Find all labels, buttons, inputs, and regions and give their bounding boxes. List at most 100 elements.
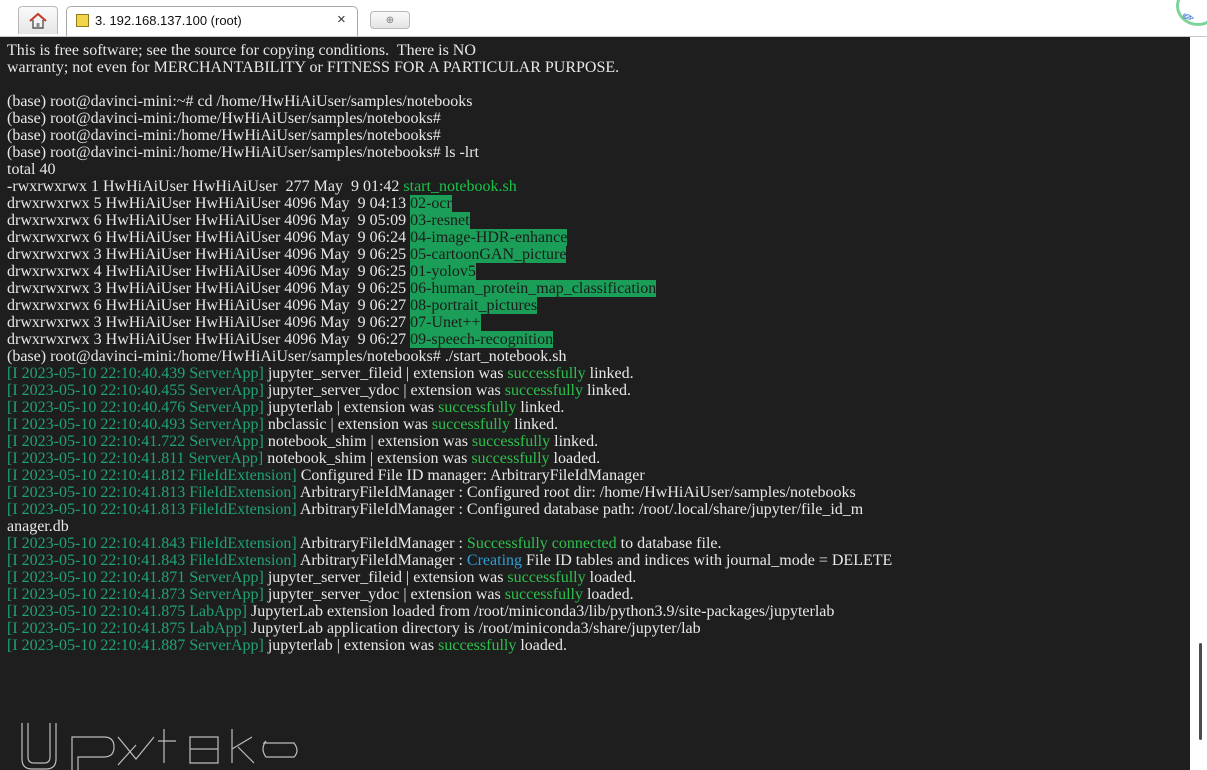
terminal-text-segment: jupyter_server_fileid | extension was [263,365,508,382]
terminal-text-segment: total 40 [7,161,56,178]
vertical-scrollbar[interactable] [1190,37,1207,770]
log-prefix: [I 2023-05-10 22:10:41.875 LabApp] [7,620,247,637]
terminal-text-segment: drwxrwxrwx 6 HwHiAiUser HwHiAiUser 4096 … [7,212,411,229]
log-prefix: [I 2023-05-10 22:10:40.493 ServerApp] [7,416,264,433]
terminal-line: anager.db [7,518,892,535]
terminal-line: [I 2023-05-10 22:10:41.813 FileIdExtensi… [7,501,892,518]
log-prefix: [I 2023-05-10 22:10:41.722 ServerApp] [7,433,264,450]
directory-name: 05-cartoonGAN_picture [410,246,567,263]
directory-name: 08-portrait_pictures [410,297,538,314]
executable-name: start_notebook.sh [403,178,517,195]
terminal-text-segment: notebook_shim | extension was [263,433,472,450]
terminal-line: drwxrwxrwx 4 HwHiAiUser HwHiAiUser 4096 … [7,263,892,280]
log-prefix: [I 2023-05-10 22:10:41.843 FileIdExtensi… [7,552,297,569]
terminal-text-segment: nbclassic | extension was [263,416,432,433]
terminal-text-segment: successfully [471,450,550,467]
terminal-text-segment: (base) root@davinci-mini:/home/HwHiAiUse… [7,127,441,144]
terminal-text-segment: This is free software; see the source fo… [7,42,476,59]
terminal-line: [I 2023-05-10 22:10:41.871 ServerApp] ju… [7,569,892,586]
log-prefix: [I 2023-05-10 22:10:41.811 ServerApp] [7,450,264,467]
terminal-line: [I 2023-05-10 22:10:41.843 FileIdExtensi… [7,535,892,552]
terminal-text-segment: drwxrwxrwx 3 HwHiAiUser HwHiAiUser 4096 … [7,280,411,297]
terminal-line: [I 2023-05-10 22:10:41.887 ServerApp] ju… [7,637,892,654]
terminal-text-segment: successfully [438,399,517,416]
terminal-line: drwxrwxrwx 3 HwHiAiUser HwHiAiUser 4096 … [7,246,892,263]
terminal-line: drwxrwxrwx 6 HwHiAiUser HwHiAiUser 4096 … [7,229,892,246]
terminal-line: (base) root@davinci-mini:/home/HwHiAiUse… [7,348,892,365]
terminal-line: drwxrwxrwx 3 HwHiAiUser HwHiAiUser 4096 … [7,280,892,297]
terminal-line: drwxrwxrwx 3 HwHiAiUser HwHiAiUser 4096 … [7,331,892,348]
terminal-text-segment: successfully [504,382,583,399]
terminal-text-segment: jupyterlab | extension was [263,637,439,654]
terminal-line: [I 2023-05-10 22:10:40.493 ServerApp] nb… [7,416,892,433]
terminal-line: [I 2023-05-10 22:10:40.439 ServerApp] ju… [7,365,892,382]
scrollbar-thumb[interactable] [1199,643,1202,740]
terminal-text-segment: successfully [504,586,583,603]
terminal-text-segment: jupyter_server_ydoc | extension was [263,586,505,603]
terminal-text-segment: linked. [582,382,631,399]
terminal-text-segment: drwxrwxrwx 5 HwHiAiUser HwHiAiUser 4096 … [7,195,411,212]
terminal-text-segment: (base) root@davinci-mini:/home/HwHiAiUse… [7,110,441,127]
terminal-text-segment: linked. [516,399,565,416]
terminal-line: [I 2023-05-10 22:10:41.873 ServerApp] ju… [7,586,892,603]
new-tab-button[interactable]: ⊕ [370,11,410,29]
terminal-text-segment: Configured File ID manager: ArbitraryFil… [296,467,645,484]
terminal-text-segment: successfully [507,365,586,382]
close-tab-button[interactable]: × [337,11,346,28]
session-tab-title: 3. 192.168.137.100 (root) [95,13,242,28]
terminal-line: [I 2023-05-10 22:10:40.455 ServerApp] ju… [7,382,892,399]
terminal-text-segment: notebook_shim | extension was [263,450,472,467]
terminal-text-segment: successfully [438,637,517,654]
terminal-text-segment: loaded. [516,637,567,654]
directory-name: 07-Unet++ [410,314,481,331]
terminal-output[interactable]: This is free software; see the source fo… [0,37,1190,770]
terminal-text-segment: (base) root@davinci-mini:~# cd /home/HwH… [7,93,473,110]
terminal-line: warranty; not even for MERCHANTABILITY o… [7,59,892,76]
terminal-line: (base) root@davinci-mini:/home/HwHiAiUse… [7,110,892,127]
terminal-line: (base) root@davinci-mini:/home/HwHiAiUse… [7,127,892,144]
terminal-text-segment: ArbitraryFileIdManager : [296,552,467,569]
terminal-text-segment: Successfully connected [466,535,617,552]
terminal-line: [I 2023-05-10 22:10:41.813 FileIdExtensi… [7,484,892,501]
log-prefix: [I 2023-05-10 22:10:40.439 ServerApp] [7,365,264,382]
terminal-line: drwxrwxrwx 3 HwHiAiUser HwHiAiUser 4096 … [7,314,892,331]
terminal-text-segment: (base) root@davinci-mini:/home/HwHiAiUse… [7,144,479,161]
log-prefix: [I 2023-05-10 22:10:41.843 FileIdExtensi… [7,535,297,552]
terminal-text-segment: ArbitraryFileIdManager : Configured root… [296,484,856,501]
terminal-text-segment: loaded. [582,586,634,603]
terminal-text-segment: JupyterLab application directory is /roo… [246,620,701,637]
terminal-text-segment: linked. [510,416,559,433]
terminal-text-segment: jupyter_server_ydoc | extension was [263,382,505,399]
directory-name: 09-speech-recognition [410,331,554,348]
terminal-text-segment: ArbitraryFileIdManager : Configured data… [296,501,864,518]
terminal-text-segment: -rwxrwxrwx 1 HwHiAiUser HwHiAiUser 277 M… [7,178,404,195]
terminal-line: [I 2023-05-10 22:10:41.875 LabApp] Jupyt… [7,620,892,637]
terminal-line: [I 2023-05-10 22:10:41.812 FileIdExtensi… [7,467,892,484]
terminal-text-segment: drwxrwxrwx 3 HwHiAiUser HwHiAiUser 4096 … [7,246,411,263]
terminal-text-segment: loaded. [549,450,601,467]
log-prefix: [I 2023-05-10 22:10:41.812 FileIdExtensi… [7,467,297,484]
tab-bar: 3. 192.168.137.100 (root) × ⊕ ✎ [0,0,1207,37]
terminal-line: [I 2023-05-10 22:10:41.811 ServerApp] no… [7,450,892,467]
log-prefix: [I 2023-05-10 22:10:41.875 LabApp] [7,603,247,620]
log-prefix: [I 2023-05-10 22:10:41.813 FileIdExtensi… [7,501,297,518]
log-prefix: [I 2023-05-10 22:10:41.813 FileIdExtensi… [7,484,297,501]
terminal-text-segment: drwxrwxrwx 6 HwHiAiUser HwHiAiUser 4096 … [7,229,411,246]
home-tab[interactable] [18,6,58,34]
terminal-text-segment: drwxrwxrwx 3 HwHiAiUser HwHiAiUser 4096 … [7,314,411,331]
terminal-line: drwxrwxrwx 6 HwHiAiUser HwHiAiUser 4096 … [7,297,892,314]
terminal-line: [I 2023-05-10 22:10:40.476 ServerApp] ju… [7,399,892,416]
terminal-line: -rwxrwxrwx 1 HwHiAiUser HwHiAiUser 277 M… [7,178,892,195]
terminal-line: drwxrwxrwx 6 HwHiAiUser HwHiAiUser 4096 … [7,212,892,229]
plus-icon: ⊕ [385,14,395,26]
terminal-text-segment: successfully [471,433,551,450]
log-prefix: [I 2023-05-10 22:10:41.871 ServerApp] [7,569,264,586]
terminal-line: (base) root@davinci-mini:~# cd /home/HwH… [7,93,892,110]
directory-name: 01-yolov5 [410,263,476,280]
terminal-text-segment: warranty; not even for MERCHANTABILITY o… [7,59,620,76]
terminal-line: total 40 [7,161,892,178]
session-tab[interactable]: 3. 192.168.137.100 (root) × [66,6,358,36]
terminal-text-segment: ArbitraryFileIdManager : [296,535,467,552]
terminal-text: This is free software; see the source fo… [7,42,892,654]
